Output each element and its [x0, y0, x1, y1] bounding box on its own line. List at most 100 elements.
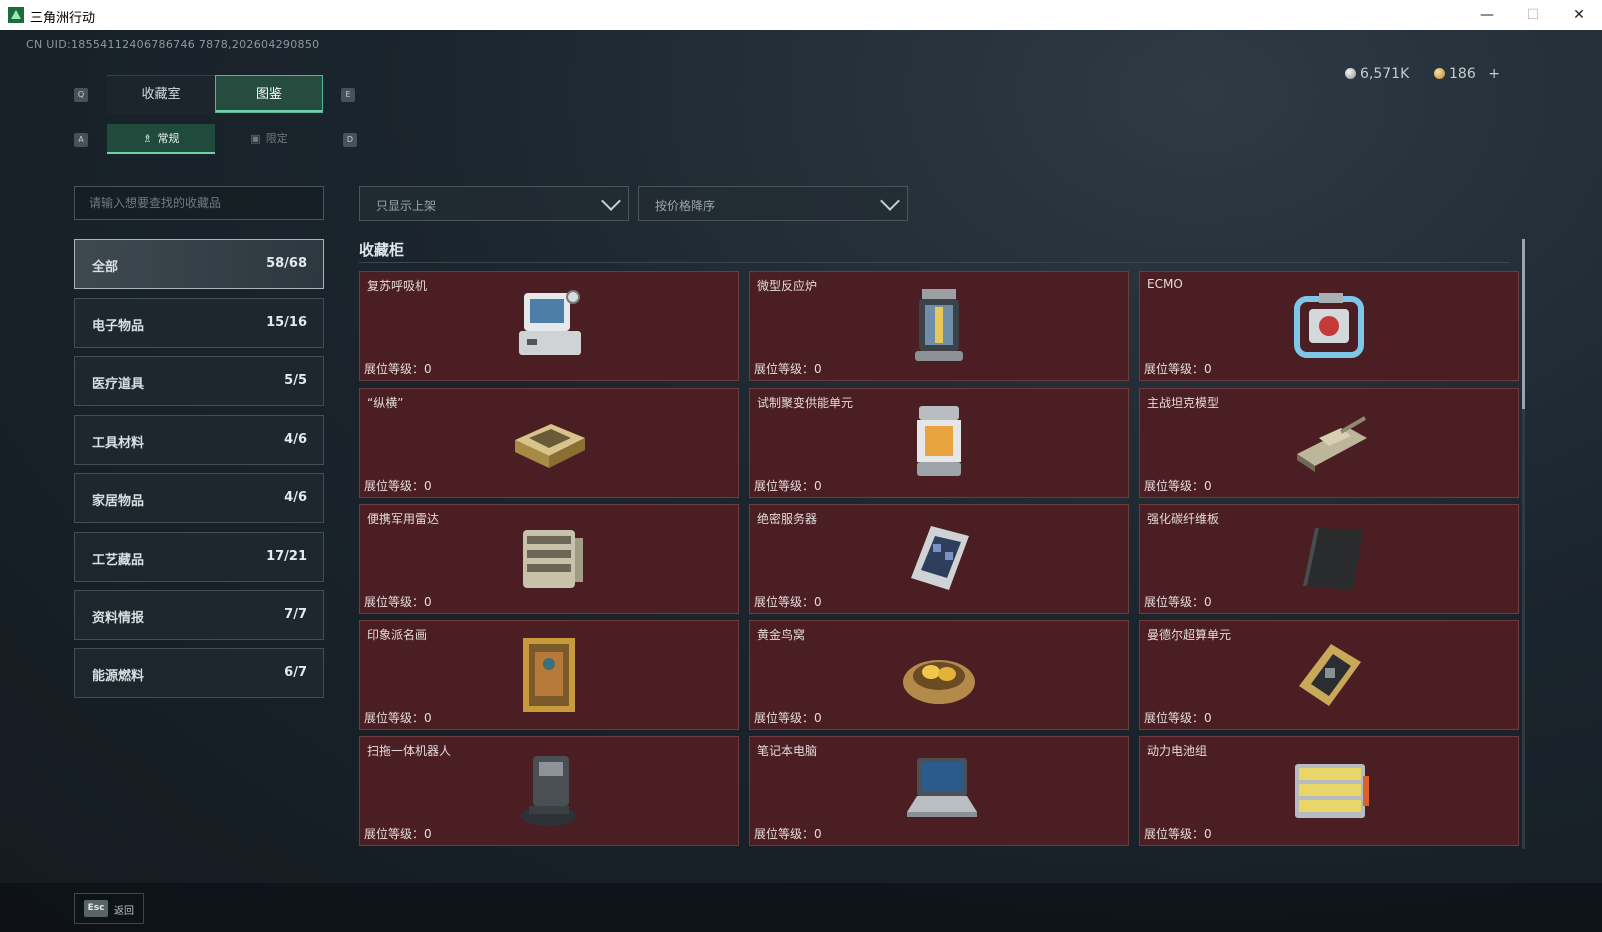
fusion-unit-icon	[917, 406, 961, 476]
minimize-button[interactable]: —	[1464, 0, 1510, 30]
category-name: 资料情报	[92, 611, 145, 626]
server-icon	[911, 526, 969, 590]
category-count: 4/6	[284, 490, 307, 505]
item-level: 展位等级：0	[754, 595, 822, 609]
item-name: 印象派名画	[367, 628, 428, 642]
category-count: 15/16	[266, 315, 307, 330]
carbon-plate-icon	[1303, 528, 1363, 590]
collection-card-fusion-unit[interactable]: 试制聚变供能单元 展位等级：0	[749, 388, 1129, 498]
section-title: 收藏柜	[359, 241, 405, 259]
item-level: 展位等级：0	[364, 595, 432, 609]
item-level: 展位等级：0	[1144, 362, 1212, 376]
chevron-down-icon	[601, 191, 621, 211]
gold-coin-icon	[1434, 68, 1445, 79]
item-name: 微型反应炉	[757, 279, 818, 293]
sort-dropdown[interactable]: 按价格降序	[638, 186, 908, 221]
silver-coin-icon	[1345, 68, 1356, 79]
picture-icon: ▣	[250, 132, 261, 145]
laptop-icon	[907, 758, 977, 817]
item-level: 展位等级：0	[754, 827, 822, 841]
gold-currency: 186 +	[1434, 66, 1500, 82]
collection-card-chessboard[interactable]: “纵横” 展位等级：0	[359, 388, 739, 498]
window-title: 三角洲行动	[30, 11, 96, 26]
item-name: 复苏呼吸机	[367, 279, 428, 293]
category-household[interactable]: 家居物品 4/6	[74, 473, 324, 523]
item-level: 展位等级：0	[1144, 827, 1212, 841]
category-intel[interactable]: 资料情报 7/7	[74, 590, 324, 640]
item-name: 主战坦克模型	[1147, 396, 1220, 410]
ecmo-icon	[1294, 293, 1364, 358]
collection-card-ecmo[interactable]: ECMO 展位等级：0	[1139, 271, 1519, 381]
item-name: ECMO	[1147, 277, 1183, 291]
maximize-button[interactable]: ☐	[1510, 0, 1556, 30]
item-level: 展位等级：0	[754, 362, 822, 376]
silver-amount: 6,571K	[1360, 66, 1410, 82]
category-count: 6/7	[284, 665, 307, 680]
scrollbar-thumb[interactable]	[1522, 239, 1525, 409]
ventilator-icon	[519, 290, 581, 355]
collection-card-micro-reactor[interactable]: 微型反应炉 展位等级：0	[749, 271, 1129, 381]
category-name: 能源燃料	[92, 669, 145, 684]
category-medical[interactable]: 医疗道具 5/5	[74, 356, 324, 406]
silver-currency: 6,571K	[1345, 66, 1409, 82]
collection-search-input[interactable]	[74, 186, 324, 220]
tab-catalog[interactable]: 图鉴	[215, 75, 323, 113]
chessboard-icon	[515, 424, 585, 468]
category-crafts[interactable]: 工艺藏品 17/21	[74, 532, 324, 582]
collection-card-carbon-plate[interactable]: 强化碳纤维板 展位等级：0	[1139, 504, 1519, 614]
category-name: 电子物品	[92, 319, 145, 334]
item-name: 试制聚变供能单元	[757, 396, 854, 410]
category-count: 17/21	[266, 549, 307, 564]
collection-card-painting[interactable]: 印象派名画 展位等级：0	[359, 620, 739, 730]
supercomputer-icon	[1299, 644, 1361, 706]
item-name: 黄金鸟窝	[757, 628, 806, 642]
item-level: 展位等级：0	[1144, 711, 1212, 725]
esc-key-hint: Esc	[84, 900, 108, 917]
category-name: 医疗道具	[92, 377, 145, 392]
radar-icon	[523, 530, 583, 588]
prev-subtab-key-hint: A	[74, 133, 88, 147]
category-count: 58/68	[266, 256, 307, 271]
item-level: 展位等级：0	[364, 827, 432, 841]
category-electronics[interactable]: 电子物品 15/16	[74, 298, 324, 348]
tank-model-icon	[1297, 416, 1367, 472]
item-name: 曼德尔超算单元	[1147, 628, 1232, 642]
collection-card-robot-vacuum[interactable]: 扫拖一体机器人 展位等级：0	[359, 736, 739, 846]
collection-card-radar[interactable]: 便携军用雷达 展位等级：0	[359, 504, 739, 614]
section-divider	[359, 262, 1509, 263]
add-currency-button[interactable]: +	[1488, 66, 1500, 82]
category-count: 7/7	[284, 607, 307, 622]
category-all[interactable]: 全部 58/68	[74, 239, 324, 289]
category-name: 工具材料	[92, 436, 145, 451]
item-level: 展位等级：0	[364, 479, 432, 493]
prev-tab-key-hint: Q	[74, 88, 88, 102]
collection-card-golden-nest[interactable]: 黄金鸟窝 展位等级：0	[749, 620, 1129, 730]
close-button[interactable]: ✕	[1556, 0, 1602, 30]
item-name: 绝密服务器	[757, 512, 818, 526]
collection-card-battery-pack[interactable]: 动力电池组 展位等级：0	[1139, 736, 1519, 846]
subtab-limited[interactable]: ▣ 限定	[215, 124, 323, 154]
reactor-icon	[915, 289, 963, 361]
item-level: 展位等级：0	[1144, 479, 1212, 493]
collection-grid: 复苏呼吸机 展位等级：0 微型反应炉 展位等级：0 ECMO 展位等级：0 “纵…	[359, 271, 1519, 849]
availability-filter-dropdown[interactable]: 只显示上架	[359, 186, 629, 221]
collection-card-ventilator[interactable]: 复苏呼吸机 展位等级：0	[359, 271, 739, 381]
collection-card-supercomputer[interactable]: 曼德尔超算单元 展位等级：0	[1139, 620, 1519, 730]
tab-collection-room[interactable]: 收藏室	[107, 75, 215, 114]
golden-nest-icon	[903, 660, 975, 704]
item-level: 展位等级：0	[364, 362, 432, 376]
player-uid: CN UID:18554112406786746 7878,2026042908…	[26, 38, 320, 51]
bottom-bar	[0, 883, 1602, 932]
collection-card-server[interactable]: 绝密服务器 展位等级：0	[749, 504, 1129, 614]
category-energy[interactable]: 能源燃料 6/7	[74, 648, 324, 698]
item-level: 展位等级：0	[1144, 595, 1212, 609]
subtab-regular[interactable]: ♗ 常规	[107, 124, 215, 154]
category-tools[interactable]: 工具材料 4/6	[74, 415, 324, 465]
collection-card-tank-model[interactable]: 主战坦克模型 展位等级：0	[1139, 388, 1519, 498]
item-level: 展位等级：0	[754, 711, 822, 725]
item-name: 便携军用雷达	[367, 512, 440, 526]
subtab-limited-label: 限定	[265, 132, 288, 145]
collection-card-laptop[interactable]: 笔记本电脑 展位等级：0	[749, 736, 1129, 846]
chevron-down-icon	[880, 191, 900, 211]
category-name: 工艺藏品	[92, 553, 145, 568]
